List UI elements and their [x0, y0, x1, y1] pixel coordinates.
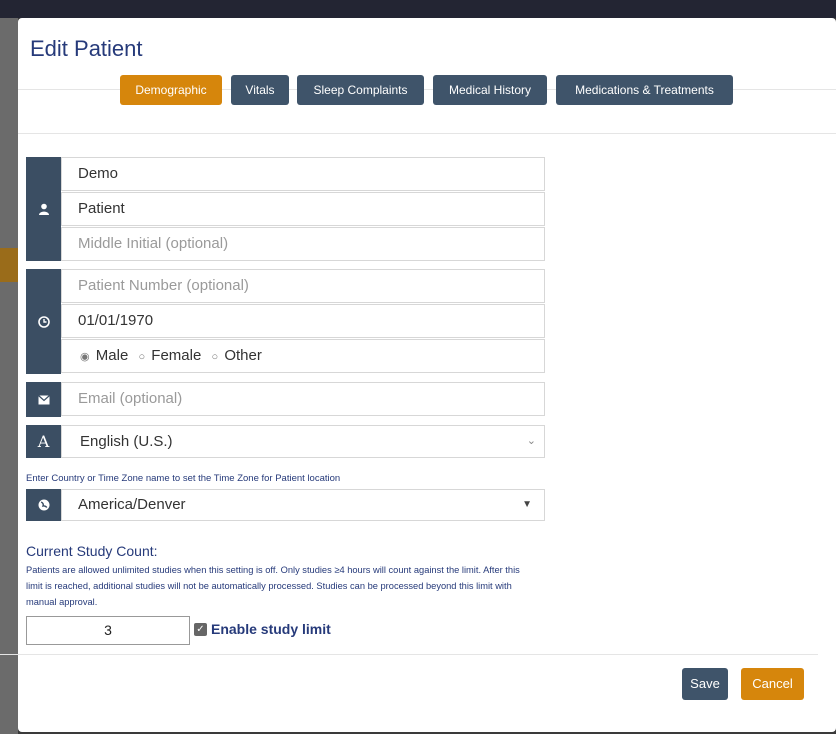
timezone-hint: Enter Country or Time Zone name to set t…: [26, 473, 341, 484]
cancel-button[interactable]: Cancel: [741, 668, 804, 700]
envelope-icon: [26, 382, 61, 417]
clock-icon: [26, 269, 61, 374]
gender-option-female[interactable]: Female: [151, 347, 201, 364]
patient-number-field[interactable]: Patient Number (optional): [61, 269, 545, 303]
timezone-select[interactable]: America/Denver ▼: [61, 489, 545, 521]
radio-empty-icon[interactable]: ○: [212, 351, 219, 363]
gender-option-other[interactable]: Other: [224, 347, 262, 364]
enable-study-limit[interactable]: ✓ Enable study limit: [194, 621, 331, 637]
backdrop-top: [0, 0, 836, 18]
first-name-field[interactable]: Demo: [61, 157, 545, 191]
tab-medications-treatments[interactable]: Medications & Treatments: [556, 75, 733, 105]
radio-empty-icon[interactable]: ○: [138, 351, 145, 363]
backdrop-accent: [0, 248, 18, 282]
tab-demographic[interactable]: Demographic: [120, 75, 222, 105]
language-value: English (U.S.): [80, 433, 173, 450]
backdrop-left: [0, 18, 18, 734]
font-a-icon: A: [26, 425, 61, 458]
last-name-field[interactable]: Patient: [61, 192, 545, 226]
tab-vitals[interactable]: Vitals: [231, 75, 289, 105]
language-select[interactable]: English (U.S.) ⌄: [61, 425, 545, 458]
radio-selected-icon[interactable]: ◉: [80, 351, 90, 363]
checkbox-checked-icon[interactable]: ✓: [194, 622, 207, 636]
modal-title: Edit Patient: [30, 36, 143, 61]
globe-icon: [26, 489, 61, 521]
email-field[interactable]: Email (optional): [61, 382, 545, 416]
study-count-description: Patients are allowed unlimited studies w…: [26, 565, 520, 607]
chevron-down-icon: ⌄: [526, 435, 536, 447]
user-icon: [26, 157, 61, 261]
enable-study-limit-label: Enable study limit: [211, 621, 331, 637]
study-count-title: Current Study Count:: [26, 543, 158, 559]
save-button[interactable]: Save: [682, 668, 728, 700]
study-count-input[interactable]: 3: [26, 616, 190, 645]
middle-initial-field[interactable]: Middle Initial (optional): [61, 227, 545, 261]
tab-medical-history[interactable]: Medical History: [433, 75, 547, 105]
caret-down-icon: ▼: [522, 499, 532, 510]
gender-radio-group: ◉ Male ○ Female ○ Other: [61, 339, 545, 373]
gender-option-male[interactable]: Male: [96, 347, 129, 364]
timezone-value: America/Denver: [78, 496, 186, 513]
tab-sleep-complaints[interactable]: Sleep Complaints: [297, 75, 424, 105]
dob-field[interactable]: 01/01/1970: [61, 304, 545, 338]
footer-divider: [0, 654, 818, 655]
